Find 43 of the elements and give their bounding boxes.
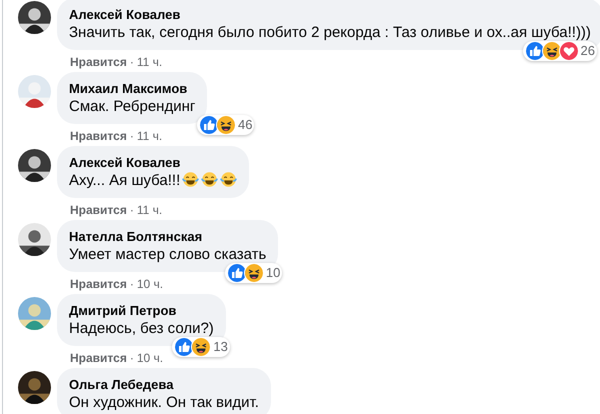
laughing-emoji-icon [191, 337, 212, 357]
heart-icon [558, 41, 579, 61]
like-icon [174, 337, 194, 357]
laughing-emoji-icon [216, 115, 236, 135]
separator-dot: · [130, 277, 134, 291]
like-link[interactable]: Нравится [70, 277, 127, 291]
comment-time[interactable]: 10 ч. [136, 277, 164, 291]
reactions-badge[interactable]: 10 [224, 263, 282, 283]
like-link[interactable]: Нравится [70, 351, 127, 365]
comment-time[interactable]: 11 ч. [136, 55, 162, 69]
like-link[interactable]: Нравится [70, 129, 127, 143]
comment-time[interactable]: 10 ч. [136, 351, 164, 365]
laughing-tears-emoji-icon [201, 171, 218, 188]
comment-time[interactable]: 11 ч. [136, 203, 162, 217]
reactions-badge[interactable]: 13 [172, 337, 230, 357]
comment-text: Он художник. Он так видит. [69, 394, 259, 411]
separator-dot: · [130, 129, 134, 143]
author-name[interactable]: Алексей Ковалев [69, 6, 591, 23]
separator-dot: · [130, 203, 134, 217]
laughing-tears-emoji-icon [220, 171, 238, 188]
author-name[interactable]: Ольга Лебедева [69, 376, 259, 393]
laughing-emoji-icon [244, 263, 264, 283]
comment-time[interactable]: 11 ч. [136, 129, 162, 143]
reactions-badge[interactable]: 26 [522, 41, 597, 61]
reactions-badge[interactable]: 46 [197, 115, 254, 135]
like-icon [524, 41, 545, 61]
separator-dot: · [130, 55, 134, 69]
laughing-emoji-icon [542, 41, 562, 61]
comment-text: Смак. Ребрендинг [69, 98, 196, 115]
laughing-tears-emoji-icon [182, 171, 200, 188]
separator-dot: · [130, 351, 134, 365]
author-name[interactable]: Нателла Болтянская [69, 228, 266, 245]
comment-text: Надеюсь, без соли?) [69, 320, 214, 337]
comment-text: Значить так, сегодня было побито 2 рекорда : Таз оливье и ох..ая шуба!!))) [69, 24, 591, 41]
like-icon [199, 115, 219, 135]
author-name[interactable]: Дмитрий Петров [69, 302, 214, 319]
author-name[interactable]: Михаил Максимов [69, 80, 196, 97]
like-link[interactable]: Нравится [70, 203, 127, 217]
like-icon [226, 263, 247, 283]
like-link[interactable]: Нравится [70, 55, 127, 69]
comment-text: Аху... Ая шуба!!! [69, 172, 180, 189]
comment-text: Умеет мастер слово сказать [69, 246, 266, 263]
author-name[interactable]: Алексей Ковалев [69, 154, 238, 171]
